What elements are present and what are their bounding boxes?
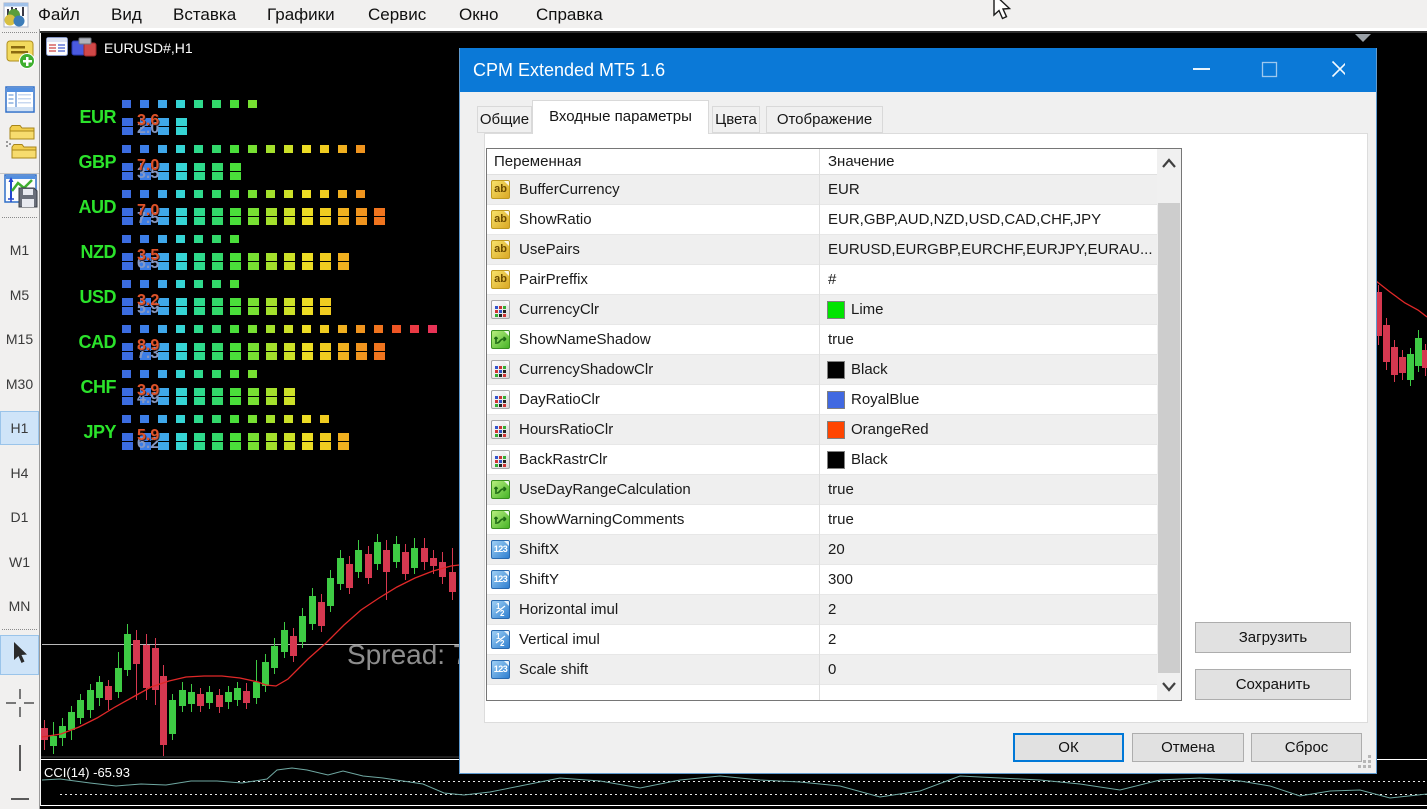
svg-text:AUD: AUD: [79, 197, 117, 217]
svg-text:EUR: EUR: [79, 107, 116, 127]
svg-text:3.6: 3.6: [137, 112, 159, 129]
svg-text:7.0: 7.0: [137, 202, 159, 219]
svg-text:3.2: 3.2: [137, 292, 159, 309]
svg-text:CHF: CHF: [81, 377, 117, 397]
svg-text:5.9: 5.9: [137, 427, 159, 444]
svg-text:Spread: 7: Spread: 7: [347, 639, 468, 670]
svg-text:CCI(14) -65.93: CCI(14) -65.93: [44, 765, 130, 780]
svg-text:8.9: 8.9: [137, 337, 159, 354]
svg-text:2: 2: [500, 609, 505, 618]
svg-text:7.0: 7.0: [137, 157, 159, 174]
svg-text:USD: USD: [79, 287, 116, 307]
svg-text:CAD: CAD: [79, 332, 117, 352]
svg-text:3.5: 3.5: [137, 247, 159, 264]
svg-text:NZD: NZD: [81, 242, 117, 262]
svg-text:JPY: JPY: [83, 422, 116, 442]
svg-text:3.9: 3.9: [137, 382, 159, 399]
svg-text:2: 2: [500, 639, 505, 648]
svg-text:GBP: GBP: [78, 152, 116, 172]
